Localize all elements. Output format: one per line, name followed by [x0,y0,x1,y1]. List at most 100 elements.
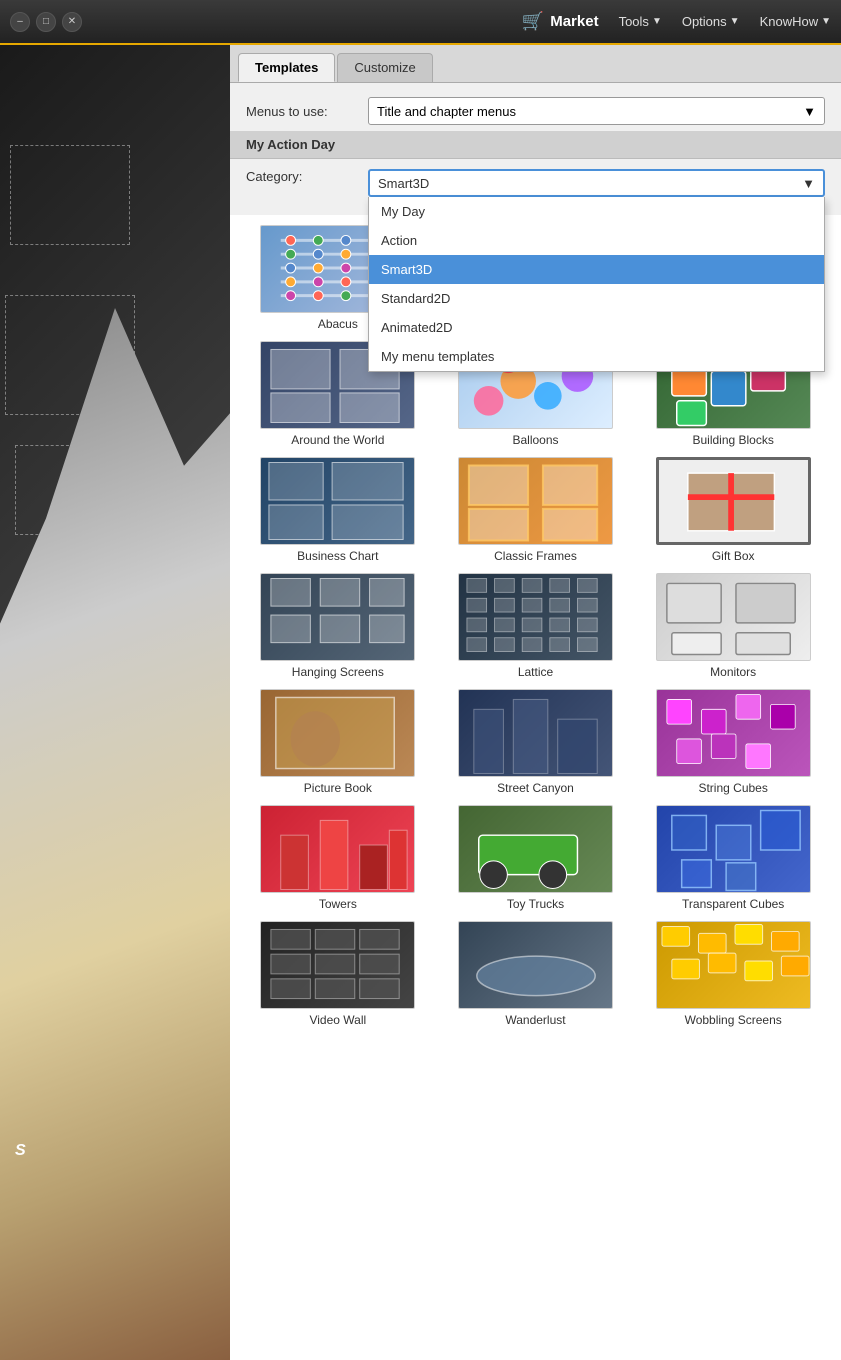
category-selected-value: Smart3D [378,176,429,191]
options-arrow-icon: ▼ [730,16,740,27]
thumb-label-building-blocks: Building Blocks [692,433,773,447]
thumb-label-business-chart: Business Chart [297,549,378,563]
market-icon: 🛒 [522,11,544,32]
tab-customize[interactable]: Customize [337,53,432,82]
minimize-button[interactable]: – [10,12,30,32]
knowhow-arrow-icon: ▼ [821,16,831,27]
window-controls[interactable]: – □ ✕ [10,12,82,32]
tools-menu[interactable]: Tools ▼ [619,14,662,29]
menus-select-arrow-icon: ▼ [803,104,816,119]
thumb-label-picture-book: Picture Book [304,781,372,795]
thumb-item-toy-trucks[interactable]: Toy Trucks [442,805,630,911]
thumb-label-street-canyon: Street Canyon [497,781,574,795]
thumb-label-around-world: Around the World [291,433,384,447]
thumb-image-gift-box [656,457,811,545]
category-option-my-menu-templates[interactable]: My menu templates [369,342,824,371]
thumb-label-toy-trucks: Toy Trucks [507,897,564,911]
menus-to-use-label: Menus to use: [246,104,356,119]
thumb-image-wanderlust [458,921,613,1009]
knowhow-menu[interactable]: KnowHow ▼ [760,14,831,29]
nav-menu: 🛒 Market Tools ▼ Options ▼ KnowHow ▼ [522,11,831,32]
category-option-my-day[interactable]: My Day [369,197,824,226]
thumb-image-transparent-cubes [656,805,811,893]
thumb-item-string-cubes[interactable]: String Cubes [639,689,827,795]
thumb-item-classic-frames[interactable]: Classic Frames [442,457,630,563]
category-dropdown-trigger[interactable]: Smart3D ▼ [368,169,825,197]
close-button[interactable]: ✕ [62,12,82,32]
category-option-standard2d[interactable]: Standard2D [369,284,824,313]
thumb-label-abacus: Abacus [318,317,358,331]
thumb-image-business-chart [260,457,415,545]
category-option-action[interactable]: Action [369,226,824,255]
tools-label: Tools [619,14,649,29]
thumb-item-picture-book[interactable]: Picture Book [244,689,432,795]
thumb-label-string-cubes: String Cubes [698,781,767,795]
thumb-item-hanging-screens[interactable]: Hanging Screens [244,573,432,679]
category-dropdown-list: My Day Action Smart3D Standard2D Animate… [368,197,825,372]
thumb-image-hanging-screens [260,573,415,661]
thumb-item-lattice[interactable]: Lattice [442,573,630,679]
tab-templates[interactable]: Templates [238,53,335,82]
thumb-image-picture-book [260,689,415,777]
thumb-label-wobbling-screens: Wobbling Screens [685,1013,782,1027]
thumb-item-street-canyon[interactable]: Street Canyon [442,689,630,795]
thumb-label-classic-frames: Classic Frames [494,549,577,563]
tools-arrow-icon: ▼ [652,16,662,27]
thumb-item-transparent-cubes[interactable]: Transparent Cubes [639,805,827,911]
menus-select-value: Title and chapter menus [377,104,516,119]
corner-label: S [15,1142,26,1160]
title-input-bar: My Action Day [230,131,841,159]
thumb-label-hanging-screens: Hanging Screens [292,665,384,679]
thumb-label-towers: Towers [319,897,357,911]
category-option-smart3d[interactable]: Smart3D [369,255,824,284]
thumb-item-wanderlust[interactable]: Wanderlust [442,921,630,1027]
action-day-title: My Action Day [246,137,335,152]
category-label: Category: [246,169,356,184]
thumb-image-wobbling-screens [656,921,811,1009]
options-menu[interactable]: Options ▼ [682,14,740,29]
category-option-animated2d[interactable]: Animated2D [369,313,824,342]
dashed-selection-box-1 [10,145,130,245]
category-dropdown-container: Smart3D ▼ My Day Action Smart3D Standard… [368,169,825,197]
thumb-label-transparent-cubes: Transparent Cubes [682,897,784,911]
thumb-label-video-wall: Video Wall [309,1013,366,1027]
thumb-image-towers [260,805,415,893]
tab-templates-label: Templates [255,60,318,75]
thumb-item-business-chart[interactable]: Business Chart [244,457,432,563]
thumb-image-monitors [656,573,811,661]
thumb-label-lattice: Lattice [518,665,553,679]
scene-sidebar: S [0,45,230,1360]
menus-select[interactable]: Title and chapter menus ▼ [368,97,825,125]
options-label: Options [682,14,727,29]
scene-background: S [0,45,230,1360]
thumb-image-string-cubes [656,689,811,777]
thumb-label-monitors: Monitors [710,665,756,679]
thumb-item-video-wall[interactable]: Video Wall [244,921,432,1027]
thumb-label-gift-box: Gift Box [712,549,755,563]
tab-customize-label: Customize [354,60,415,75]
thumb-item-towers[interactable]: Towers [244,805,432,911]
thumbnails-area: AbacusAbstract FramesAbstract RingsAroun… [230,215,841,1360]
tab-bar: Templates Customize [230,45,841,83]
category-arrow-icon: ▼ [802,176,815,191]
category-row: Category: Smart3D ▼ My Day Action Smart3… [246,169,825,197]
main-area: S Templates Customize Menus to use: Titl… [0,45,841,1360]
knowhow-label: KnowHow [760,14,819,29]
thumb-image-street-canyon [458,689,613,777]
menus-to-use-row: Menus to use: Title and chapter menus ▼ [246,97,825,125]
thumb-label-balloons: Balloons [512,433,558,447]
thumb-image-lattice [458,573,613,661]
brand-name: Market [550,13,598,30]
maximize-button[interactable]: □ [36,12,56,32]
thumb-label-wanderlust: Wanderlust [505,1013,565,1027]
form-area: Menus to use: Title and chapter menus ▼ … [230,83,841,215]
content-panel: Templates Customize Menus to use: Title … [230,45,841,1360]
thumb-image-video-wall [260,921,415,1009]
thumb-image-toy-trucks [458,805,613,893]
menus-select-wrapper: Title and chapter menus ▼ [368,97,825,125]
thumb-item-wobbling-screens[interactable]: Wobbling Screens [639,921,827,1027]
thumb-item-monitors[interactable]: Monitors [639,573,827,679]
thumb-item-gift-box[interactable]: Gift Box [639,457,827,563]
thumb-image-classic-frames [458,457,613,545]
brand-logo: 🛒 Market [522,11,599,32]
